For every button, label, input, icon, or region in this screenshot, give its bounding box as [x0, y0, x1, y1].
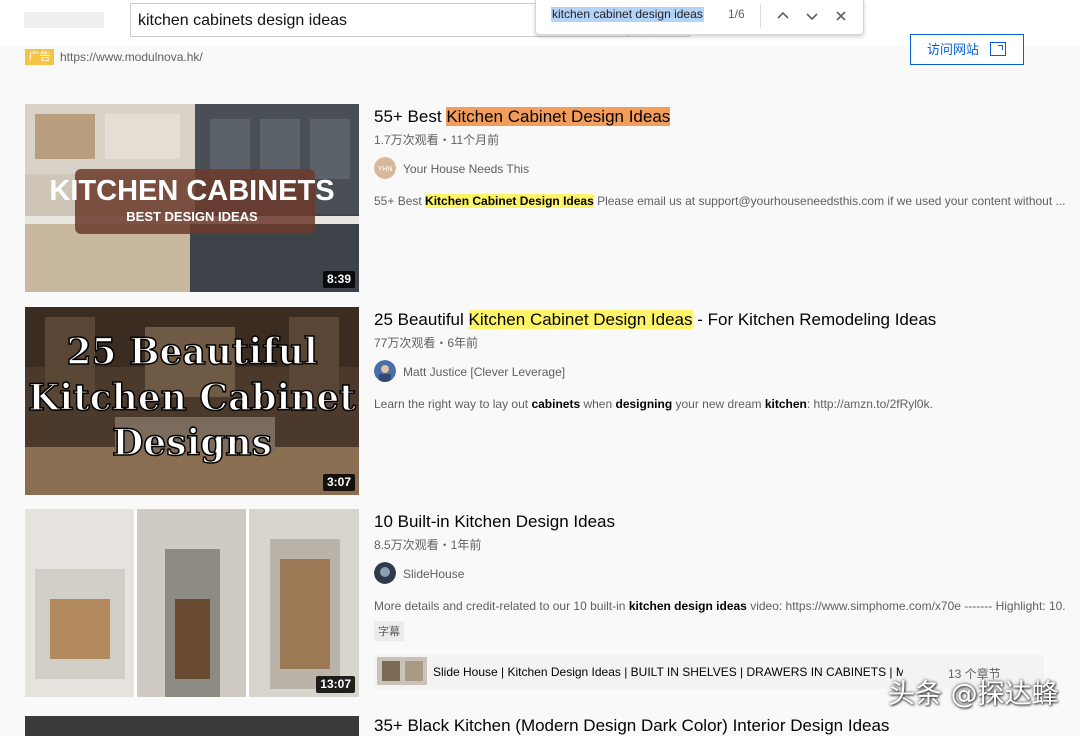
video-title[interactable]: 25 Beautiful Kitchen Cabinet Design Idea… — [374, 310, 936, 330]
video-title[interactable]: 35+ Black Kitchen (Modern Design Dark Co… — [374, 716, 889, 736]
ad-badge: 广告 — [25, 49, 54, 65]
channel-name[interactable]: SlideHouse — [403, 567, 464, 581]
channel-name[interactable]: Your House Needs This — [403, 162, 529, 176]
video-thumbnail[interactable]: 13:07 — [25, 509, 359, 697]
visit-website-label: 访问网站 — [927, 42, 980, 57]
find-previous-button[interactable] — [770, 4, 796, 28]
channel-avatar[interactable]: YHN — [374, 157, 396, 179]
close-icon — [836, 11, 846, 21]
thumbnail-text: Kitchen Cabinet — [28, 377, 356, 419]
video-duration: 8:39 — [322, 271, 355, 288]
find-query-input[interactable]: kitchen cabinet design ideas — [551, 7, 704, 22]
title-text: 25 Beautiful — [374, 310, 469, 329]
video-meta: 8.5万次观看・1年前 — [374, 538, 482, 552]
desc-text: video: https://www.simphome.com/x70e ---… — [746, 599, 1066, 613]
desc-text: More details and credit-related to our 1… — [374, 599, 629, 613]
desc-highlight: Kitchen Cabinet Design Ideas — [425, 194, 594, 208]
find-match-count: 1/6 — [728, 7, 745, 21]
video-thumbnail[interactable] — [25, 716, 359, 736]
channel-avatar[interactable] — [374, 562, 396, 584]
video-duration: 3:07 — [322, 474, 355, 491]
channel-avatar[interactable] — [374, 360, 396, 382]
avatar-text: YHN — [378, 166, 393, 173]
desc-keyword: cabinets — [531, 397, 581, 411]
chapter-title: Slide House | Kitchen Design Ideas | BUI… — [433, 665, 903, 679]
desc-text: : http://amzn.to/2fRyl0k. — [806, 397, 933, 411]
desc-text: when — [580, 397, 616, 411]
external-link-icon — [990, 42, 1006, 56]
chevron-up-icon — [777, 11, 789, 19]
find-next-button[interactable] — [799, 4, 825, 28]
video-result[interactable]: 13:07 10 Built-in Kitchen Design Ideas 8… — [25, 509, 1066, 697]
video-thumbnail[interactable]: KITCHEN CABINETS BEST DESIGN IDEAS 8:39 — [25, 104, 359, 292]
video-title[interactable]: 55+ Best Kitchen Cabinet Design Ideas — [374, 107, 671, 127]
video-description: More details and credit-related to our 1… — [374, 599, 1066, 613]
thumbnail-subtext: BEST DESIGN IDEAS — [126, 209, 258, 224]
subtitles-badge: 字幕 — [374, 621, 404, 641]
find-divider — [760, 4, 761, 28]
desc-keyword: kitchen — [764, 397, 807, 411]
channel-name[interactable]: Matt Justice [Clever Leverage] — [403, 365, 565, 379]
thumbnail-text: KITCHEN CABINETS — [49, 175, 334, 207]
find-in-page-bar: kitchen cabinet design ideas 1/6 — [535, 0, 864, 35]
thumbnail-text: 25 Beautiful — [66, 331, 317, 373]
desc-text: Please email us at support@yourhouseneed… — [593, 194, 1066, 208]
desc-text: 55+ Best — [374, 194, 426, 208]
title-text: - For Kitchen Remodeling Ideas — [692, 310, 937, 329]
video-result[interactable]: 25 Beautiful Kitchen Cabinet Designs 3:0… — [25, 307, 1045, 495]
video-thumbnail[interactable]: 25 Beautiful Kitchen Cabinet Designs 3:0… — [25, 307, 359, 495]
title-highlight: Kitchen Cabinet Design Ideas — [468, 310, 693, 329]
video-duration: 13:07 — [316, 676, 355, 693]
visit-website-button[interactable]: 访问网站 — [910, 34, 1024, 65]
chevron-down-icon — [806, 13, 818, 21]
desc-text: Learn the right way to lay out — [374, 397, 532, 411]
video-result[interactable]: KITCHEN CABINETS BEST DESIGN IDEAS 8:39 … — [25, 104, 1066, 292]
find-close-button[interactable] — [828, 4, 854, 28]
video-description: Learn the right way to lay out cabinets … — [374, 397, 933, 411]
desc-keyword: kitchen design ideas — [628, 599, 747, 613]
title-text: 55+ Best — [374, 107, 447, 126]
title-highlight-active: Kitchen Cabinet Design Ideas — [446, 107, 671, 126]
video-description: 55+ Best Kitchen Cabinet Design Ideas Pl… — [374, 194, 1066, 208]
video-meta: 77万次观看・6年前 — [374, 336, 479, 350]
youtube-logo[interactable] — [24, 12, 104, 28]
desc-text: your new dream — [672, 397, 765, 411]
watermark: 头条 @探达蜂 — [888, 679, 1059, 710]
chapter-thumbnail — [377, 657, 427, 685]
desc-keyword: designing — [615, 397, 673, 411]
video-meta: 1.7万次观看・11个月前 — [374, 133, 500, 147]
ad-url[interactable]: https://www.modulnova.hk/ — [60, 50, 203, 64]
thumbnail-text: Designs — [112, 422, 272, 464]
video-title[interactable]: 10 Built-in Kitchen Design Ideas — [374, 512, 615, 532]
